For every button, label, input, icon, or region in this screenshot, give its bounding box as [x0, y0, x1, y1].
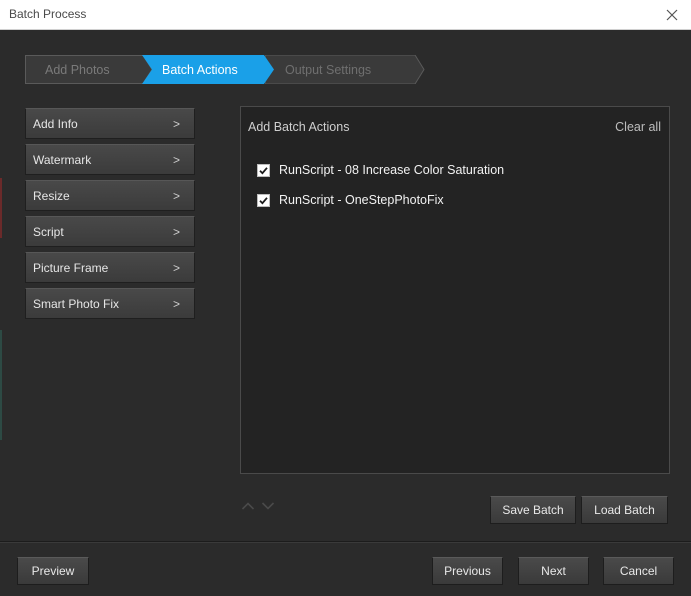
batch-item-checkbox[interactable] — [257, 163, 270, 177]
action-label: Add Info — [33, 116, 78, 131]
close-button[interactable] — [661, 4, 683, 26]
step-label: Batch Actions — [162, 62, 238, 77]
reorder-controls — [241, 500, 275, 510]
save-batch-button[interactable]: Save Batch — [490, 496, 576, 524]
step-label: Output Settings — [285, 62, 372, 77]
action-watermark[interactable]: Watermark > — [25, 144, 195, 175]
chevron-down-icon — [261, 502, 275, 510]
action-add-info[interactable]: Add Info > — [25, 108, 195, 139]
chevron-right-icon: > — [172, 189, 180, 203]
step-add-photos[interactable]: Add Photos — [25, 55, 153, 84]
batch-item: RunScript - OneStepPhotoFix — [257, 193, 444, 207]
step-label: Add Photos — [45, 62, 110, 77]
action-picture-frame[interactable]: Picture Frame > — [25, 252, 195, 283]
preview-button[interactable]: Preview — [17, 557, 89, 585]
chevron-right-icon: > — [172, 117, 180, 131]
title-bar: Batch Process — [0, 0, 691, 30]
batch-item-label: RunScript - OneStepPhotoFix — [279, 193, 444, 207]
footer-divider — [0, 542, 691, 543]
panel-title: Add Batch Actions — [248, 120, 350, 134]
load-batch-button[interactable]: Load Batch — [581, 496, 668, 524]
chevron-up-icon — [241, 502, 255, 510]
move-up-button[interactable] — [241, 500, 255, 510]
batch-actions-panel: Add Batch Actions Clear all RunScript - … — [240, 106, 670, 474]
action-label: Script — [33, 224, 64, 239]
action-resize[interactable]: Resize > — [25, 180, 195, 211]
chevron-right-icon: > — [172, 153, 180, 167]
action-script[interactable]: Script > — [25, 216, 195, 247]
step-batch-actions[interactable]: Batch Actions — [142, 55, 275, 84]
batch-item-checkbox[interactable] — [257, 193, 270, 207]
window-edge-accent — [0, 330, 2, 440]
action-label: Smart Photo Fix — [33, 296, 120, 311]
checkbox-checked-icon — [257, 163, 270, 177]
checkbox-checked-icon — [257, 193, 270, 207]
next-button[interactable]: Next — [518, 557, 589, 585]
clear-all-link[interactable]: Clear all — [615, 120, 661, 134]
previous-button[interactable]: Previous — [432, 557, 503, 585]
chevron-right-icon: > — [172, 261, 180, 275]
window-edge-accent — [0, 178, 2, 238]
move-down-button[interactable] — [261, 500, 275, 510]
batch-item: RunScript - 08 Increase Color Saturation — [257, 163, 504, 177]
action-label: Watermark — [33, 152, 92, 167]
cancel-button[interactable]: Cancel — [603, 557, 674, 585]
chevron-right-icon: > — [172, 297, 180, 311]
close-icon — [666, 9, 678, 21]
action-smart-photo-fix[interactable]: Smart Photo Fix > — [25, 288, 195, 319]
action-list: Add Info > Watermark > Resize > Script >… — [25, 108, 195, 324]
window-title: Batch Process — [9, 7, 87, 21]
action-label: Resize — [33, 188, 70, 203]
step-wizard: Output Settings Add Photos Batch Actions — [25, 55, 445, 84]
action-label: Picture Frame — [33, 260, 109, 275]
chevron-right-icon: > — [172, 225, 180, 239]
step-output-settings[interactable]: Output Settings — [265, 55, 425, 84]
batch-item-label: RunScript - 08 Increase Color Saturation — [279, 163, 505, 177]
